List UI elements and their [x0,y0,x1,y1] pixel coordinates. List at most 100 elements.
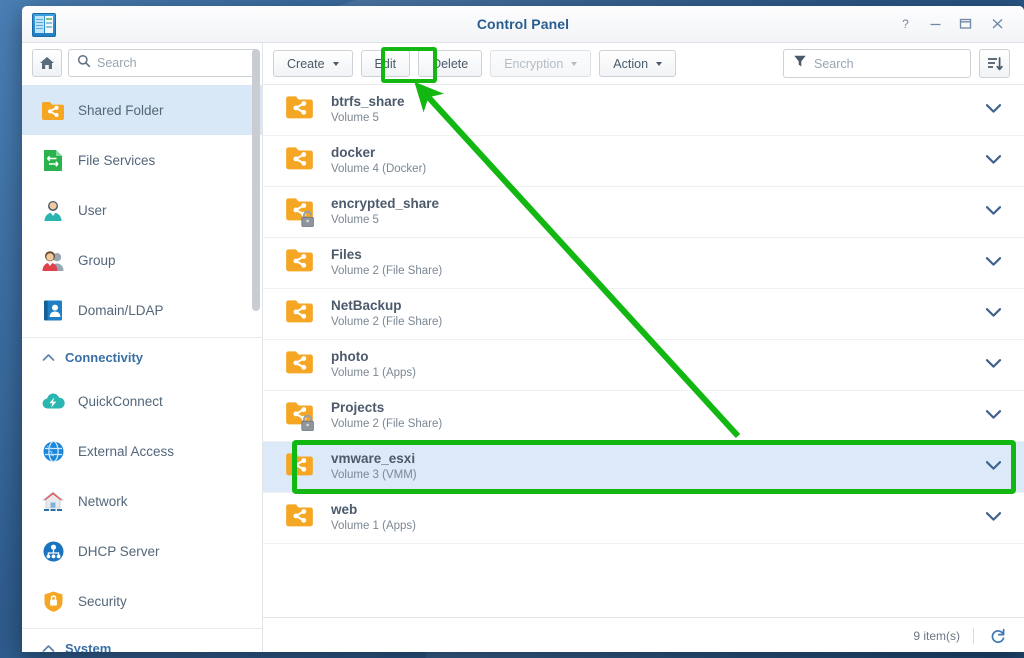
quickconnect-icon [40,388,66,414]
help-button[interactable]: ? [894,14,916,34]
share-info: btrfs_share Volume 5 [331,94,405,126]
share-info: Projects Volume 2 (File Share) [331,400,442,432]
chevron-down-icon[interactable] [985,407,1002,425]
sidebar-item-label: Group [78,252,116,268]
dhcp-server-icon [40,538,66,564]
shared-folder-list[interactable]: btrfs_share Volume 5 docker Volume 4 (Dock… [263,85,1024,617]
share-name: encrypted_share [331,196,440,211]
shared-folder-icon [283,94,319,126]
share-volume: Volume 4 (Docker) [331,163,427,175]
shared-folder-locked-icon [283,400,319,432]
filter-funnel-icon [793,54,807,73]
delete-button-label: Delete [432,56,469,71]
share-info: NetBackup Volume 2 (File Share) [331,298,442,330]
table-row[interactable]: photo Volume 1 (Apps) [263,340,1024,391]
chevron-down-icon[interactable] [985,356,1002,374]
create-button[interactable]: Create [273,50,353,77]
sidebar-item-label: Network [78,493,128,509]
share-info: web Volume 1 (Apps) [331,502,416,534]
sidebar-scrollbar[interactable] [252,49,260,311]
sidebar-item-file-services[interactable]: File Services [22,135,262,185]
table-row[interactable]: docker Volume 4 (Docker) [263,136,1024,187]
action-button-label: Action [613,56,649,71]
chevron-up-icon [42,350,55,365]
sidebar-item-quickconnect[interactable]: QuickConnect [22,376,262,426]
table-row[interactable]: web Volume 1 (Apps) [263,493,1024,544]
chevron-down-icon[interactable] [985,254,1002,272]
window-body: Shared Folder File Services [22,43,1024,652]
share-name: web [331,502,358,517]
table-row[interactable]: NetBackup Volume 2 (File Share) [263,289,1024,340]
share-volume: Volume 5 [331,112,379,124]
page-title: Control Panel [476,16,570,32]
sidebar-item-user[interactable]: User [22,185,262,235]
sidebar-item-label: Security [78,593,127,609]
table-row[interactable]: encrypted_share Volume 5 [263,187,1024,238]
sidebar-item-label: File Services [78,152,156,168]
chevron-down-icon[interactable] [985,305,1002,323]
sidebar-group-system[interactable]: System [22,628,262,652]
share-name: photo [331,349,369,364]
window-titlebar: Control Panel ? [22,6,1024,43]
share-name: vmware_esxi [331,451,416,466]
sidebar-group-label: System [65,640,112,653]
chevron-down-icon[interactable] [985,458,1002,476]
share-name: docker [331,145,376,160]
share-volume: Volume 3 (VMM) [331,469,417,481]
sidebar-item-shared-folder[interactable]: Shared Folder [22,85,262,135]
maximize-button[interactable] [954,14,976,34]
shared-folder-icon [283,349,319,381]
chevron-up-icon [42,641,55,653]
home-icon[interactable] [32,49,62,77]
table-row[interactable]: Projects Volume 2 (File Share) [263,391,1024,442]
minimize-button[interactable] [924,14,946,34]
sidebar-item-group[interactable]: Group [22,235,262,285]
sidebar-group-connectivity[interactable]: Connectivity [22,337,262,376]
table-row[interactable]: vmware_esxi Volume 3 (VMM) [263,442,1024,493]
chevron-down-icon[interactable] [985,101,1002,119]
share-info: encrypted_share Volume 5 [331,196,439,228]
share-volume: Volume 5 [331,214,379,226]
sidebar-item-external-access[interactable]: External Access [22,426,262,476]
sidebar-search-input[interactable] [97,56,258,70]
sidebar-item-security[interactable]: Security [22,576,262,626]
share-volume: Volume 2 (File Share) [331,265,443,277]
table-row[interactable]: Files Volume 2 (File Share) [263,238,1024,289]
share-search-box[interactable] [783,49,975,78]
share-volume: Volume 2 (File Share) [331,418,443,430]
share-name: NetBackup [331,298,402,313]
share-name: Projects [331,400,385,415]
sidebar-item-label: External Access [78,443,175,459]
sidebar-scroll-area: Shared Folder File Services User Group D… [22,85,262,652]
share-info: photo Volume 1 (Apps) [331,349,416,381]
sidebar: Shared Folder File Services [22,43,263,652]
sidebar-item-dhcp-server[interactable]: DHCP Server [22,526,262,576]
edit-button[interactable]: Edit [360,50,411,77]
close-button[interactable] [986,14,1008,34]
sidebar-group-label: Connectivity [65,349,144,365]
sidebar-item-domain-ldap[interactable]: Domain/LDAP [22,285,262,335]
shared-folder-icon [283,298,319,330]
table-row[interactable]: btrfs_share Volume 5 [263,85,1024,136]
share-info: Files Volume 2 (File Share) [331,247,442,279]
encryption-button: Encryption [490,50,592,77]
share-search-input[interactable] [814,56,975,71]
shared-folder-toolbar: Create Edit Delete Encryption Action [263,43,1024,85]
sidebar-item-network[interactable]: Network [22,476,262,526]
shared-folder-icon [283,502,319,534]
create-button-label: Create [287,56,325,71]
sidebar-item-label: User [78,202,107,218]
chevron-down-icon[interactable] [985,509,1002,527]
user-icon [40,197,66,223]
sidebar-item-label: Shared Folder [78,102,164,118]
chevron-down-icon[interactable] [985,203,1002,221]
delete-button[interactable]: Delete [418,50,483,77]
chevron-down-icon[interactable] [985,152,1002,170]
action-button[interactable]: Action [599,50,677,77]
sidebar-item-label: DHCP Server [78,543,160,559]
sort-descending-icon[interactable] [979,49,1010,78]
share-name: btrfs_share [331,94,405,109]
refresh-icon[interactable] [986,624,1010,648]
security-icon [40,588,66,614]
sidebar-search-box[interactable] [68,49,259,77]
